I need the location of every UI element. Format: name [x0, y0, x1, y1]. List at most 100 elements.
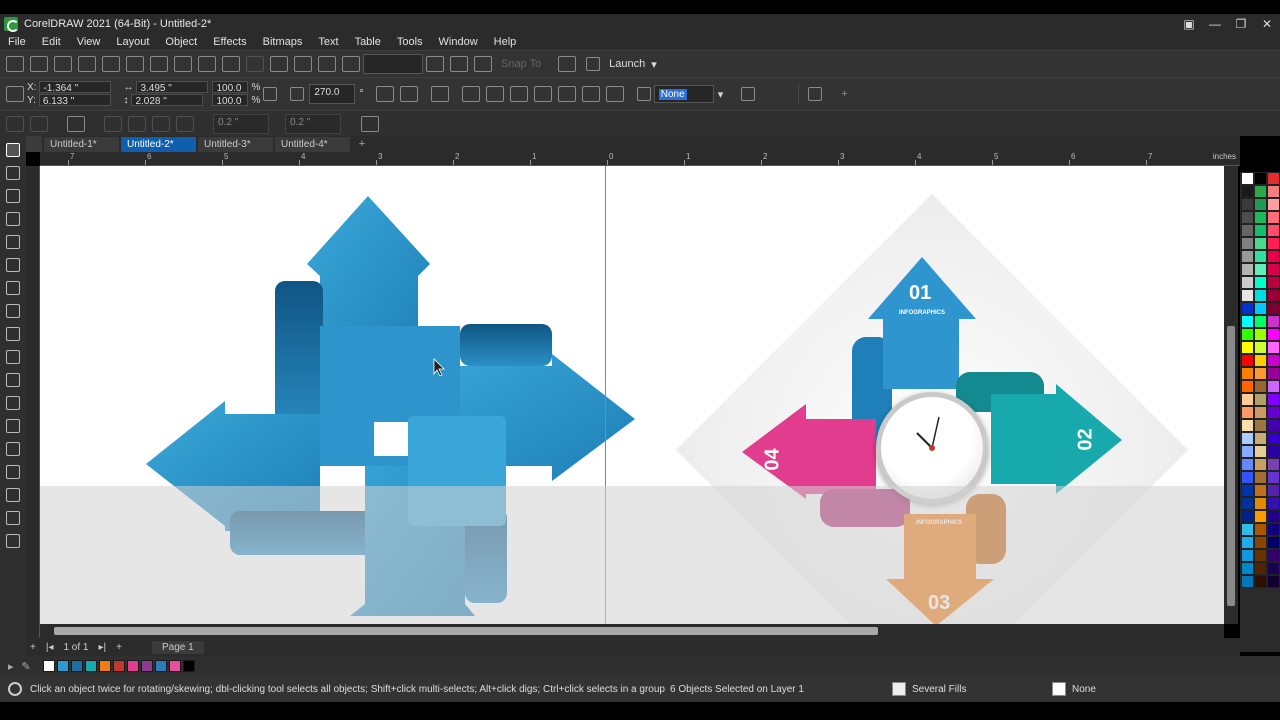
palette-swatch[interactable]	[1241, 393, 1254, 406]
palette-swatch[interactable]	[1267, 380, 1280, 393]
palette-swatch[interactable]	[1254, 497, 1267, 510]
palette-arrow-icon[interactable]: ▸	[8, 660, 14, 673]
palette-swatch[interactable]	[1267, 419, 1280, 432]
group-icon[interactable]	[430, 86, 449, 102]
palette-swatch[interactable]	[1267, 575, 1280, 588]
palette-swatch[interactable]	[1267, 523, 1280, 536]
parallel-dimension-tool-icon[interactable]	[6, 396, 20, 410]
height-field[interactable]: 2.028 "	[131, 94, 204, 107]
menu-help[interactable]: Help	[486, 36, 525, 48]
pen-outline-icon[interactable]	[636, 87, 651, 101]
horizontal-ruler[interactable]: inches 7 6 5 4 3 2 1 0 1 2 3 4 5 6 7	[40, 152, 1240, 166]
document-palette-swatch[interactable]	[154, 660, 167, 672]
maximize-button[interactable]: ❐	[1228, 14, 1254, 34]
palette-swatch[interactable]	[1267, 328, 1280, 341]
palette-swatch[interactable]	[1241, 224, 1254, 237]
add-icon[interactable]: +	[841, 88, 847, 100]
palette-swatch[interactable]	[1254, 484, 1267, 497]
width-field[interactable]: 3.495 "	[136, 81, 209, 94]
import-icon[interactable]	[294, 56, 312, 72]
chevron-down-icon-2[interactable]: ▾	[718, 88, 724, 101]
vertical-scrollbar[interactable]	[1224, 166, 1238, 624]
palette-swatch[interactable]	[1254, 185, 1267, 198]
palette-swatch[interactable]	[1241, 341, 1254, 354]
vertical-ruler[interactable]	[26, 166, 40, 638]
palette-swatch[interactable]	[1267, 341, 1280, 354]
palette-swatch[interactable]	[1241, 549, 1254, 562]
launch-dropdown[interactable]: Launch ▾	[583, 57, 657, 71]
menu-layout[interactable]: Layout	[108, 36, 157, 48]
palette-swatch[interactable]	[1267, 432, 1280, 445]
palette-swatch[interactable]	[1254, 224, 1267, 237]
palette-swatch[interactable]	[1254, 432, 1267, 445]
tab-untitled-2[interactable]: Untitled-2*	[121, 137, 196, 152]
corner-chamfer-icon[interactable]	[152, 115, 170, 132]
convert-to-curves-icon[interactable]	[361, 115, 379, 132]
palette-swatch[interactable]	[1267, 302, 1280, 315]
palette-swatch[interactable]	[1267, 406, 1280, 419]
document-palette-swatch[interactable]	[70, 660, 83, 672]
artistic-media-tool-icon[interactable]	[6, 281, 20, 295]
palette-swatch[interactable]	[1241, 185, 1254, 198]
palette-swatch[interactable]	[1241, 354, 1254, 367]
rotate-icon[interactable]	[290, 87, 305, 101]
smart-fill-tool-icon[interactable]	[6, 511, 20, 525]
palette-swatch[interactable]	[1254, 419, 1267, 432]
palette-swatch[interactable]	[1241, 172, 1254, 185]
palette-swatch[interactable]	[1267, 211, 1280, 224]
ellipse-tool-icon[interactable]	[6, 327, 20, 341]
palette-swatch[interactable]	[1267, 289, 1280, 302]
menu-window[interactable]: Window	[431, 36, 486, 48]
palette-swatch[interactable]	[1241, 328, 1254, 341]
mirror-vertical-icon[interactable]	[399, 86, 418, 102]
tab-untitled-4[interactable]: Untitled-4*	[275, 137, 350, 152]
palette-swatch[interactable]	[1241, 276, 1254, 289]
palette-swatch[interactable]	[1254, 250, 1267, 263]
cloud-download-icon[interactable]	[102, 56, 120, 72]
palette-swatch[interactable]	[1267, 263, 1280, 276]
add-page-after-icon[interactable]: +	[116, 642, 122, 653]
palette-swatch[interactable]	[1254, 562, 1267, 575]
palette-swatch[interactable]	[1241, 419, 1254, 432]
justify-icon[interactable]	[67, 115, 85, 132]
menu-text[interactable]: Text	[310, 36, 346, 48]
palette-swatch[interactable]	[1267, 354, 1280, 367]
document-palette-swatch[interactable]	[126, 660, 139, 672]
restore-layout-icon[interactable]: ▣	[1176, 14, 1202, 34]
first-page-icon[interactable]: |◂	[46, 642, 54, 653]
full-screen-icon[interactable]	[426, 56, 444, 72]
save-icon[interactable]	[54, 56, 72, 72]
palette-swatch[interactable]	[1241, 315, 1254, 328]
palette-swatch[interactable]	[1254, 237, 1267, 250]
palette-swatch[interactable]	[1241, 445, 1254, 458]
palette-swatch[interactable]	[1254, 211, 1267, 224]
scale-width-field[interactable]: 100.0	[212, 81, 249, 94]
freehand-tool-icon[interactable]	[6, 258, 20, 272]
add-page-icon[interactable]: +	[30, 642, 36, 653]
palette-swatch[interactable]	[1241, 406, 1254, 419]
undo-icon[interactable]	[222, 56, 240, 72]
document-palette-swatch[interactable]	[56, 660, 69, 672]
corner-scallop-icon[interactable]	[128, 115, 146, 132]
eyedropper-tool-icon[interactable]	[6, 465, 20, 479]
rotation-field[interactable]: 270.0	[309, 84, 356, 104]
paste-icon[interactable]	[198, 56, 216, 72]
palette-swatch[interactable]	[1241, 211, 1254, 224]
y-position-field[interactable]: 6.133 "	[38, 94, 111, 107]
close-button[interactable]: ✕	[1254, 14, 1280, 34]
palette-swatch[interactable]	[1267, 237, 1280, 250]
corner-radius-field-2[interactable]: 0.2 "	[285, 113, 341, 134]
palette-swatch[interactable]	[1241, 458, 1254, 471]
tab-untitled-1[interactable]: Untitled-1*	[44, 137, 119, 152]
relative-corner-icon[interactable]	[176, 115, 194, 132]
lock-ratio-icon[interactable]	[263, 87, 278, 101]
palette-swatch[interactable]	[1254, 302, 1267, 315]
palette-swatch[interactable]	[1241, 432, 1254, 445]
shape-tool-icon[interactable]	[6, 166, 20, 180]
palette-swatch[interactable]	[1267, 562, 1280, 575]
menu-table[interactable]: Table	[347, 36, 389, 48]
redo-icon[interactable]	[246, 56, 264, 72]
palette-swatch[interactable]	[1241, 250, 1254, 263]
snap-to-dropdown[interactable]: Snap To	[501, 58, 541, 70]
document-palette-swatch[interactable]	[168, 660, 181, 672]
